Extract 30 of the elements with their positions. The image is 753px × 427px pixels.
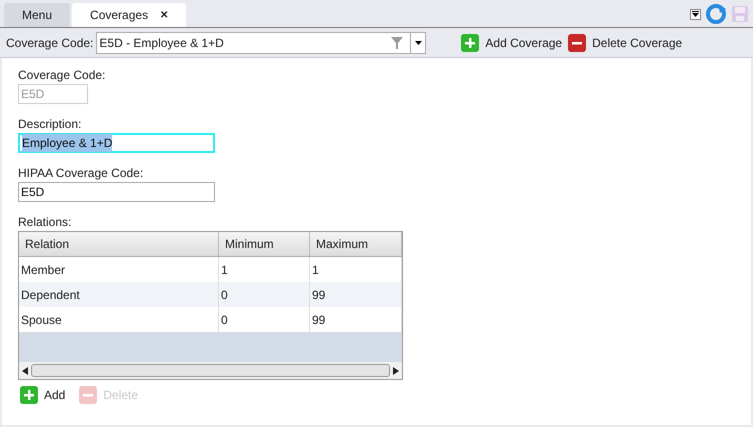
tab[interactable]: Menu: [4, 3, 70, 27]
filter-icon[interactable]: [390, 36, 404, 50]
refresh-icon[interactable]: [706, 4, 726, 24]
dropdown-icon[interactable]: [690, 8, 701, 20]
column-header[interactable]: Relation: [19, 232, 219, 256]
plus-icon: [461, 34, 480, 52]
text-field[interactable]: Employee & 1+D: [18, 133, 215, 153]
minus-icon: [79, 386, 98, 404]
relations-label: Relations:: [18, 214, 72, 231]
table-cell: 99: [310, 307, 402, 332]
field-label: Coverage Code:: [18, 67, 106, 84]
field-label: HIPAA Coverage Code:: [18, 165, 144, 182]
scroll-left-icon[interactable]: [22, 366, 28, 374]
coverage-code-label: Coverage Code:: [6, 34, 94, 52]
add-button[interactable]: Add Coverage: [461, 34, 562, 52]
column-header[interactable]: Maximum: [310, 232, 402, 256]
field-label: Description:: [18, 116, 82, 133]
close-icon[interactable]: ✕: [160, 8, 168, 22]
table-cell: Spouse: [19, 307, 219, 332]
add-button[interactable]: Add: [20, 386, 66, 404]
horizontal-scrollbar[interactable]: [19, 362, 402, 379]
plus-icon: [20, 386, 38, 404]
minus-icon: [568, 34, 586, 52]
scroll-right-icon[interactable]: [393, 366, 399, 374]
coverage-code-dropdown[interactable]: E5D - Employee & 1+D: [96, 32, 426, 54]
text-field[interactable]: E5D: [18, 182, 215, 202]
table-cell: 0: [219, 307, 310, 332]
tab[interactable]: Coverages ✕: [72, 3, 186, 27]
column-header[interactable]: Minimum: [219, 232, 310, 256]
delete-button[interactable]: Delete Coverage: [568, 34, 682, 52]
